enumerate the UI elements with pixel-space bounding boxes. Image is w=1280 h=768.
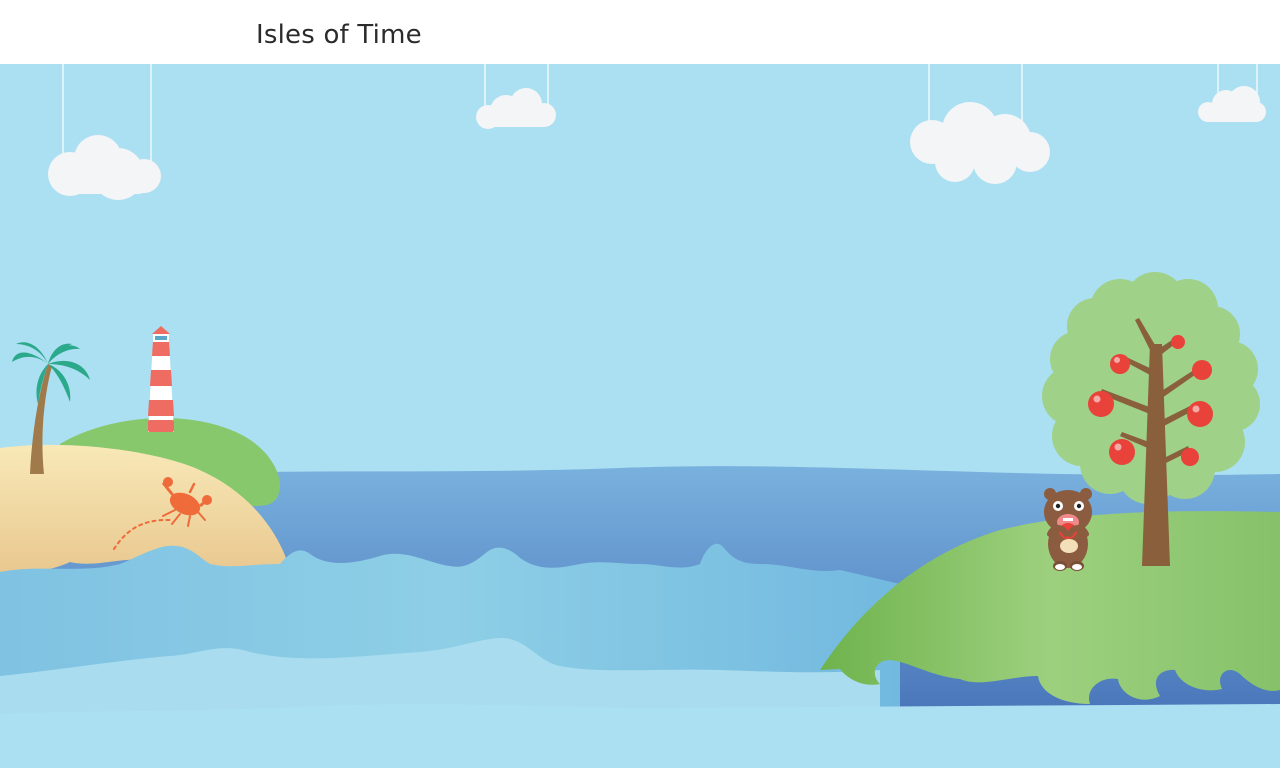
page-title: Isles of Time: [256, 20, 422, 50]
apple: [1109, 439, 1135, 465]
bottom-water: [0, 704, 1280, 768]
apple: [1181, 448, 1199, 466]
top-bar: Isles of Time: [0, 0, 1280, 64]
apple: [1088, 391, 1114, 417]
apple: [1171, 335, 1185, 349]
apple: [1110, 354, 1130, 374]
game-scene[interactable]: [0, 64, 1280, 768]
apple: [1187, 401, 1213, 427]
scene-canvas[interactable]: [0, 64, 1280, 768]
apple: [1192, 360, 1212, 380]
